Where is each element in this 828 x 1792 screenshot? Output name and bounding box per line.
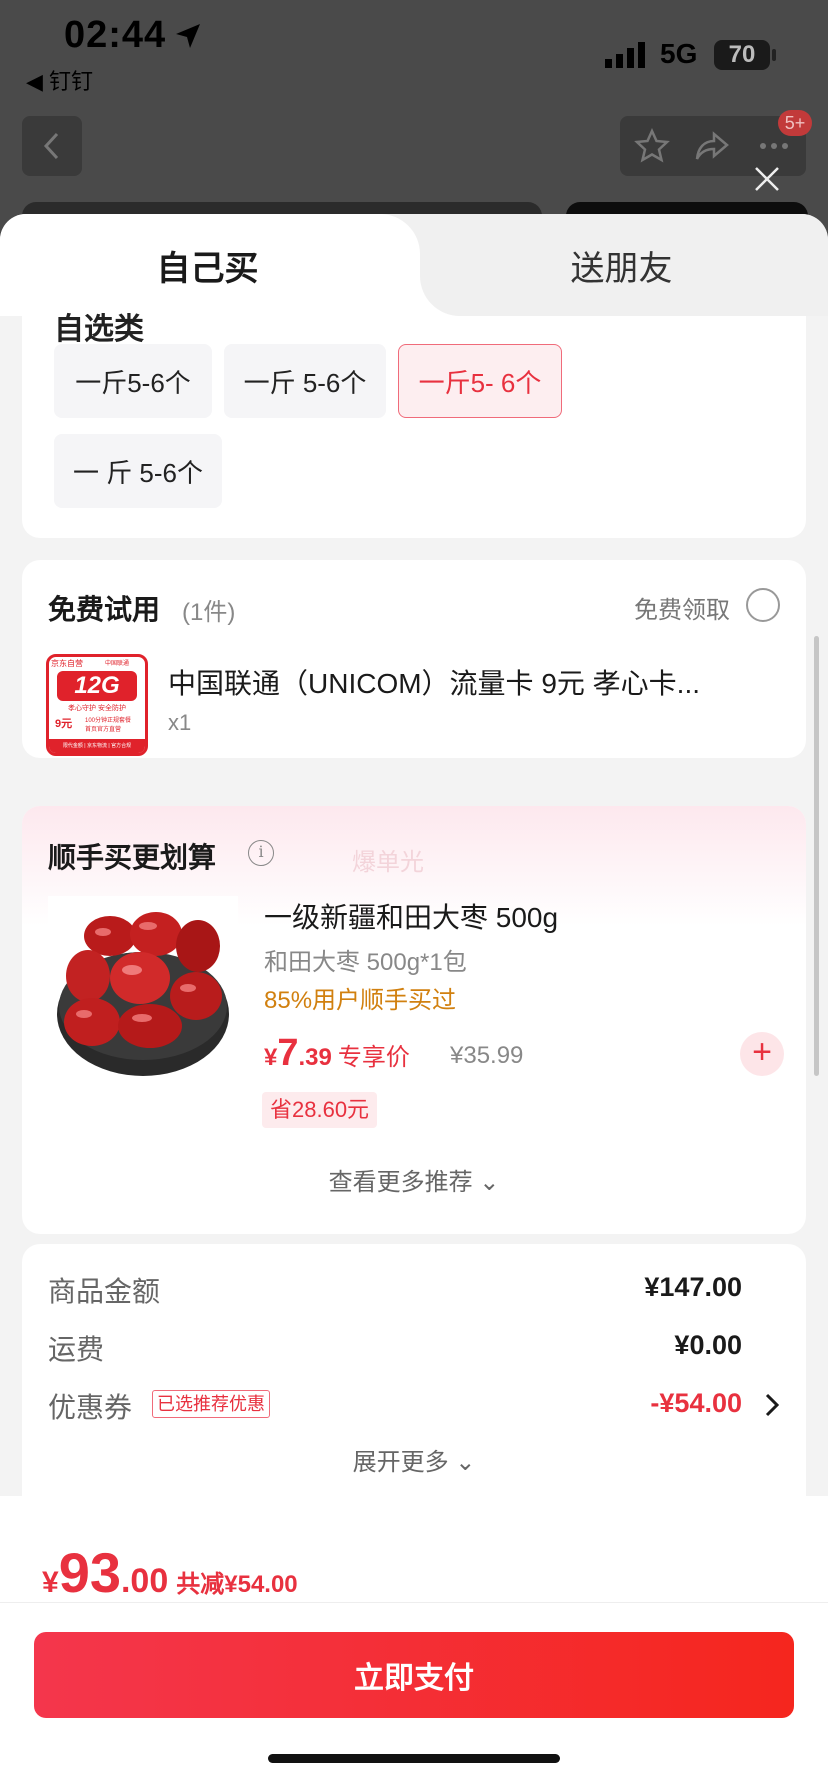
notification-badge: 5+ [778,110,812,136]
payment-bar: ¥93.00 共减¥54.00 立即支付 [0,1496,828,1792]
price-decimal: .39 [298,1044,332,1071]
tab-buy-for-self[interactable]: 自己买 [0,214,415,316]
back-to-app-link[interactable]: ◀ 钉钉 [26,64,93,96]
location-arrow-icon [176,24,200,48]
thumb-slogan: 孝心守护 安全防护 [68,705,126,712]
price-symbol: ¥ [264,1044,278,1071]
watermark-text: 爆单光 [352,849,424,876]
info-icon[interactable]: i [248,840,274,866]
price-integer: 7 [277,1032,299,1074]
free-trial-card: 免费试用 (1件) 免费领取 京东自营 中国联通 12G 孝心守护 安全防护 9… [22,560,806,758]
thumb-price: 9元 [55,718,73,730]
save-amount-tag: 省28.60元 [262,1092,378,1128]
addon-recommend-card: 顺手买更划算 i 爆单光 一级新疆和田大枣 500g 和田大枣 500g*1包 … [22,806,806,1234]
status-bar: 02:44 ◀ 钉钉 5G 70 [0,0,828,110]
divider [0,1602,828,1603]
total-integer: 93 [58,1541,121,1604]
free-trial-count: (1件) [182,599,236,626]
thumb-brand: 京东自营 [51,659,83,668]
coupon-value[interactable]: -¥54.00 [650,1388,742,1419]
unicom-card-thumbnail[interactable]: 京东自营 中国联通 12G 孝心守护 安全防护 9元 100分钟正规套餐 首页官… [46,654,148,756]
total-decimal: .00 [120,1562,169,1600]
coupon-label[interactable]: 优惠券 [48,1386,132,1426]
original-price: ¥35.99 [450,1042,524,1069]
trial-product-title[interactable]: 中国联通（UNICOM）流量卡 9元 孝心卡... [168,662,700,702]
pay-now-button[interactable]: 立即支付 [34,1632,794,1718]
close-icon[interactable] [752,164,782,194]
purchase-tabs: 自己买 送朋友 [0,214,828,316]
checkout-sheet: 自己买 送朋友 自选类 一斤5-6个 一斤 5-6个 一斤5- 6个 一 斤 5… [0,214,828,1792]
addon-price: ¥7.39 专享价 [264,1032,410,1075]
coupon-recommended-chip: 已选推荐优惠 [152,1390,270,1418]
price-tag: 专享价 [337,1044,410,1071]
scrollbar[interactable] [814,636,819,1076]
total-discount: 共减¥54.00 [176,1571,298,1598]
signal-icon [605,42,645,68]
spec-option[interactable]: 一 斤 5-6个 [54,434,222,508]
spec-options-card: 自选类 一斤5-6个 一斤 5-6个 一斤5- 6个 一 斤 5-6个 [22,313,806,538]
home-indicator[interactable] [268,1754,560,1763]
spec-option[interactable]: 一斤 5-6个 [224,344,386,418]
thumb-data-amount: 12G [57,671,137,701]
free-claim-label[interactable]: 免费领取 [634,590,730,625]
addon-product-name[interactable]: 一级新疆和田大枣 500g [264,896,558,936]
spec-option-selected[interactable]: 一斤5- 6个 [398,344,562,418]
star-icon[interactable] [634,128,670,164]
shipping-label: 运费 [48,1334,105,1365]
share-icon[interactable] [694,128,730,164]
addon-product-spec: 和田大枣 500g*1包 [264,949,467,976]
product-top-nav: 5+ [0,110,828,200]
thumb-footer: 限代金额 | 京东物流 | 官方合规 [49,739,145,753]
thumb-operator: 中国联通 [105,661,130,667]
spec-section-heading: 自选类 [54,313,144,346]
see-more-recommendations[interactable]: 查看更多推荐 ⌄ [22,1162,806,1197]
total-symbol: ¥ [42,1566,59,1599]
spec-option[interactable]: 一斤5-6个 [54,344,212,418]
expand-more-link[interactable]: 展开更多 ⌄ [22,1442,806,1477]
network-type: 5G [660,38,698,69]
thumb-official: 首页官方直营 [85,727,122,733]
red-dates-product-image[interactable] [48,896,238,1086]
goods-amount-label: 商品金额 [48,1276,161,1307]
addon-title: 顺手买更划算 [48,842,217,873]
tab-send-to-friend[interactable]: 送朋友 [415,214,828,316]
addon-social-proof: 85%用户顺手买过 [264,987,457,1014]
status-time: 02:44 [64,14,167,56]
add-to-order-button[interactable]: + [740,1032,784,1076]
total-price: ¥93.00 共减¥54.00 [42,1540,298,1605]
goods-amount-value: ¥147.00 [644,1272,742,1302]
shipping-value: ¥0.00 [674,1330,742,1360]
chevron-right-icon[interactable] [764,1392,780,1418]
battery-tip [772,49,776,61]
free-trial-title: 免费试用 [48,594,161,625]
battery-icon: 70 [714,40,770,70]
chevron-left-icon [43,132,59,160]
trial-product-quantity: x1 [168,710,192,735]
free-claim-radio[interactable] [746,588,780,622]
back-button[interactable] [22,116,82,176]
thumb-minutes: 100分钟正规套餐 [85,718,132,724]
